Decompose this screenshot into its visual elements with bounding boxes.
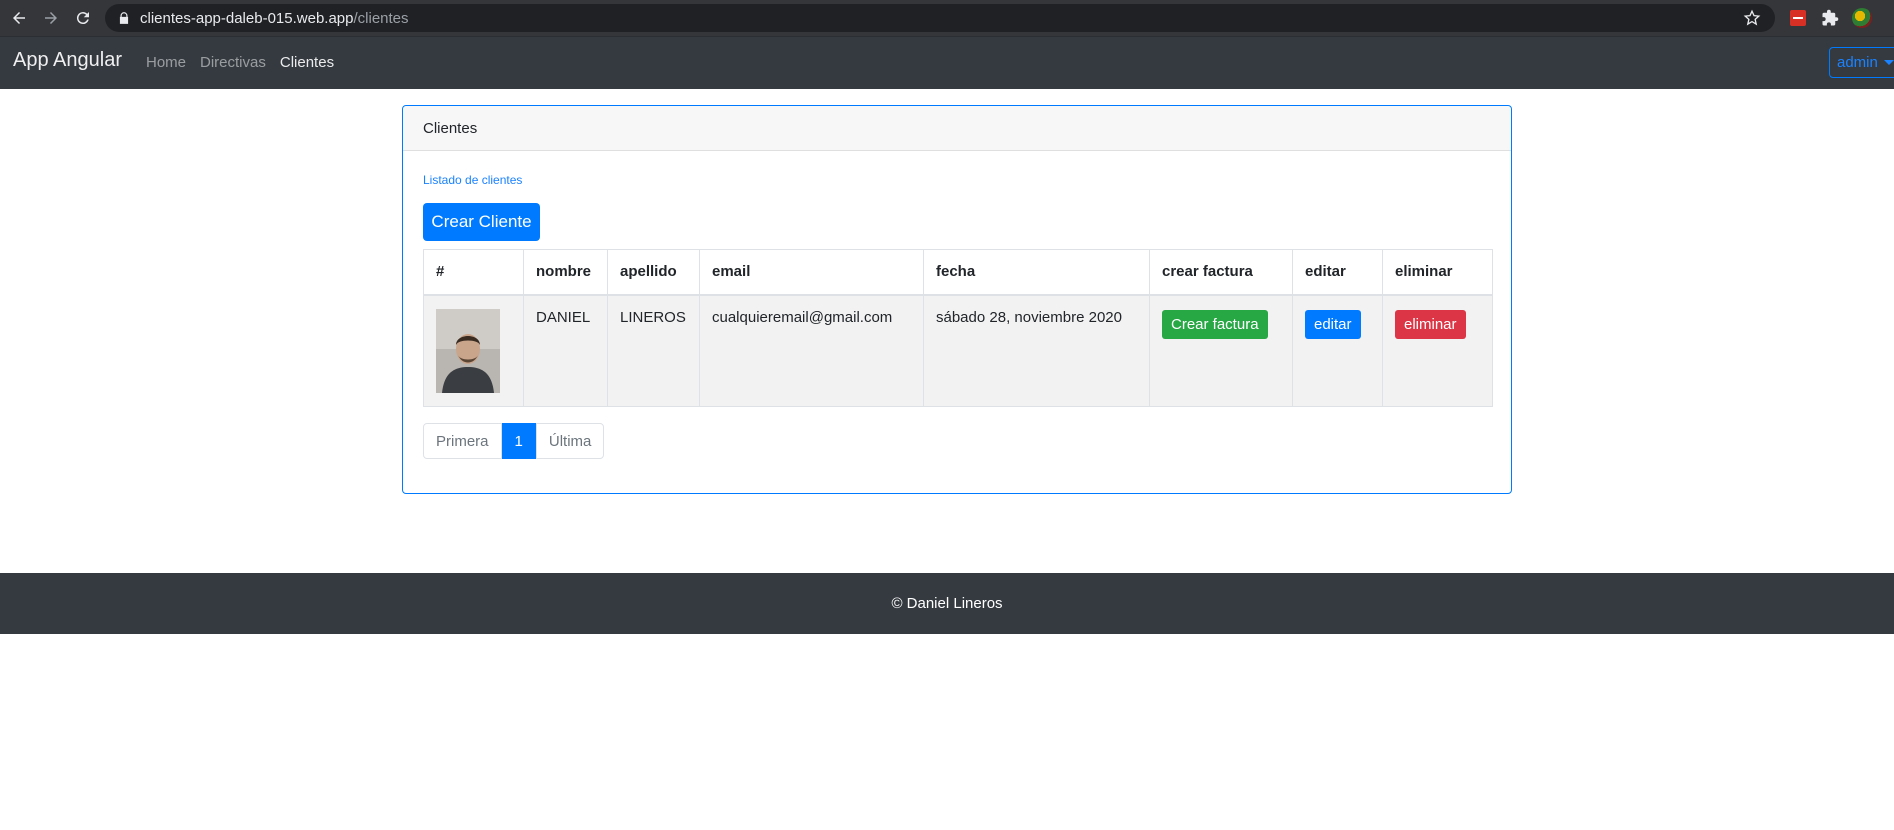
cell-avatar: [423, 294, 524, 407]
cell-apellido: LINEROS: [607, 294, 700, 407]
col-header-fecha: fecha: [923, 249, 1150, 296]
nav-directivas[interactable]: Directivas: [200, 54, 266, 71]
card-header: Clientes: [403, 106, 1511, 151]
cell-email: cualquieremail@gmail.com: [699, 294, 924, 407]
address-bar[interactable]: clientes-app-daleb-015.web.app/clientes: [105, 4, 1775, 32]
browser-toolbar: clientes-app-daleb-015.web.app/clientes: [0, 0, 1894, 36]
col-header-eliminar: eliminar: [1382, 249, 1493, 296]
page-last[interactable]: Última: [535, 423, 605, 459]
nav-home[interactable]: Home: [146, 54, 186, 71]
col-header-email: email: [699, 249, 924, 296]
edit-button[interactable]: editar: [1305, 309, 1361, 339]
cell-crear-factura: Crear factura: [1149, 294, 1293, 407]
extension-red-icon[interactable]: [1787, 7, 1809, 29]
nav-clientes[interactable]: Clientes: [280, 54, 334, 71]
bookmark-star-icon[interactable]: [1743, 9, 1761, 27]
client-photo[interactable]: [436, 308, 500, 393]
table-row: DANIEL LINEROS cualquieremail@gmail.com …: [423, 294, 1493, 407]
footer-text: © Daniel Lineros: [891, 595, 1003, 612]
create-invoice-button[interactable]: Crear factura: [1162, 309, 1268, 339]
lock-icon: [119, 12, 129, 24]
reload-icon[interactable]: [70, 5, 96, 31]
puzzle-icon[interactable]: [1819, 7, 1841, 29]
forward-icon[interactable]: [38, 5, 64, 31]
clients-table: # nombre apellido email fecha crear fact…: [423, 249, 1493, 407]
footer: © Daniel Lineros: [0, 573, 1894, 634]
caret-down-icon: [1883, 60, 1894, 65]
admin-dropdown[interactable]: admin: [1829, 47, 1894, 78]
page-current[interactable]: 1: [501, 423, 536, 459]
cell-eliminar: eliminar: [1382, 294, 1493, 407]
cell-fecha: sábado 28, noviembre 2020: [923, 294, 1150, 407]
url-path: /clientes: [353, 9, 409, 27]
url-host: clientes-app-daleb-015.web.app: [140, 9, 354, 27]
col-header-id: #: [423, 249, 524, 296]
back-icon[interactable]: [6, 5, 32, 31]
admin-label: admin: [1837, 54, 1878, 71]
profile-avatar-icon[interactable]: [1851, 7, 1873, 29]
pagination: Primera 1 Última: [423, 423, 605, 459]
brand[interactable]: App Angular: [13, 49, 122, 72]
col-header-apellido: apellido: [607, 249, 700, 296]
create-client-button[interactable]: Crear Cliente: [423, 203, 540, 241]
clients-card: Clientes Listado de clientes Crear Clien…: [402, 105, 1512, 494]
col-header-crear-factura: crear factura: [1149, 249, 1293, 296]
nav-links: Home Directivas Clientes: [146, 54, 348, 71]
cell-nombre: DANIEL: [523, 294, 608, 407]
col-header-nombre: nombre: [523, 249, 608, 296]
table-header-row: # nombre apellido email fecha crear fact…: [423, 249, 1493, 296]
cell-editar: editar: [1292, 294, 1383, 407]
card-subtitle: Listado de clientes: [423, 173, 523, 187]
delete-button[interactable]: eliminar: [1395, 309, 1466, 339]
col-header-editar: editar: [1292, 249, 1383, 296]
page-first[interactable]: Primera: [423, 423, 502, 459]
app-navbar: App Angular Home Directivas Clientes adm…: [0, 36, 1894, 89]
